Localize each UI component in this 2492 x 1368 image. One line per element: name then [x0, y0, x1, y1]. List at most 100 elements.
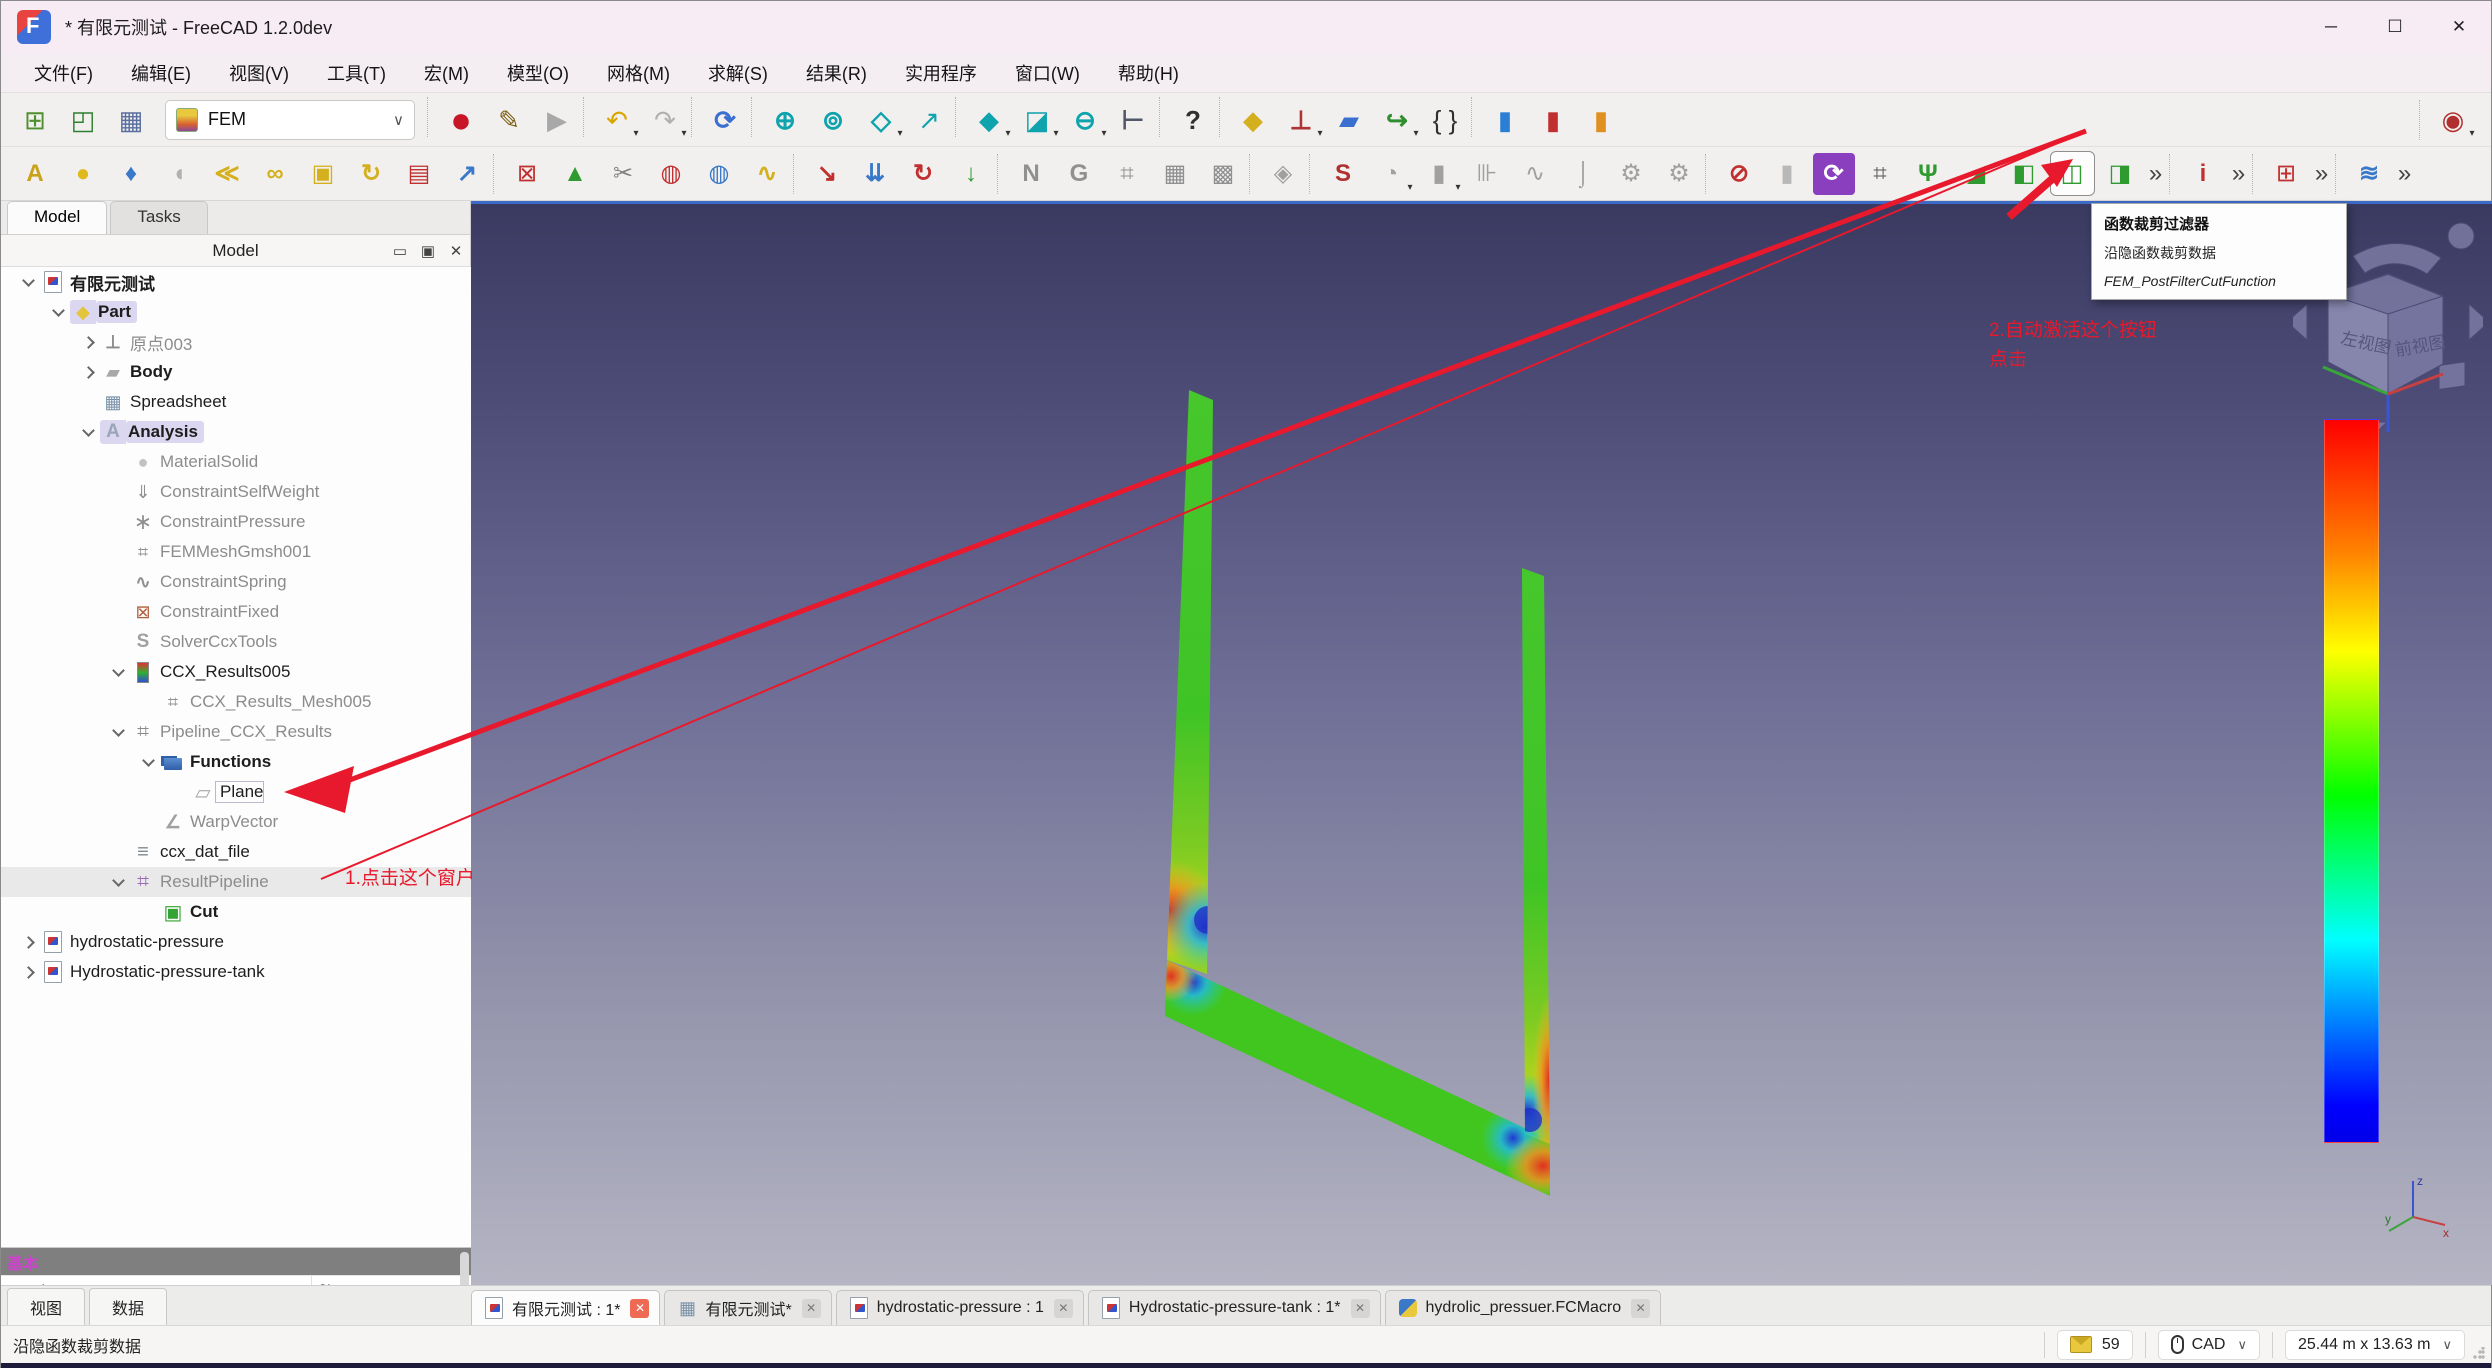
- expander-icon[interactable]: [76, 391, 100, 413]
- post-colorbar-button[interactable]: ▮: [1765, 151, 1810, 196]
- solver-elmer-button[interactable]: ◔ ▾: [1369, 151, 1414, 196]
- draw-style-button[interactable]: ◆ ▾: [967, 97, 1012, 142]
- undo-button[interactable]: ↶ ▾: [595, 97, 640, 142]
- tree-item-constraintfixed[interactable]: ConstraintFixed: [1, 597, 471, 627]
- expander-icon[interactable]: [46, 301, 70, 323]
- panel-close-icon[interactable]: ✕: [442, 242, 470, 260]
- menu-tools[interactable]: 工具(T): [308, 54, 405, 92]
- expander-icon[interactable]: [106, 661, 130, 683]
- menu-file[interactable]: 文件(F): [15, 54, 112, 92]
- make-group-button[interactable]: ▰: [1327, 97, 1372, 142]
- menu-edit[interactable]: 编辑(E): [112, 54, 210, 92]
- tree-item-ccx-results-mesh005[interactable]: CCX_Results_Mesh005: [1, 687, 471, 717]
- tree-item-cut[interactable]: Cut: [1, 897, 471, 927]
- element-rotation-button[interactable]: ↻: [349, 151, 394, 196]
- navigation-style-selector[interactable]: CAD ∨: [2158, 1330, 2260, 1360]
- expander-icon[interactable]: [76, 361, 100, 383]
- mesh-gmsh-button[interactable]: G: [1057, 151, 1102, 196]
- expression-editor-button[interactable]: { }: [1423, 97, 1468, 142]
- expander-icon[interactable]: [136, 811, 160, 833]
- tree-item-origin003[interactable]: 原点003: [1, 327, 471, 357]
- menu-results[interactable]: 结果(R): [787, 54, 886, 92]
- constraint-self-weight-button[interactable]: ↘: [805, 151, 850, 196]
- view-dimensions-selector[interactable]: 25.44 m x 13.63 m ∨: [2285, 1330, 2465, 1360]
- clip-view-blue-button[interactable]: ▮: [1483, 97, 1528, 142]
- tree-item-spreadsheet[interactable]: Spreadsheet: [1, 387, 471, 417]
- constraint-flow-button[interactable]: ↗: [445, 151, 490, 196]
- measure-button[interactable]: ⊢: [1111, 97, 1156, 142]
- expander-icon[interactable]: [136, 691, 160, 713]
- clip-view-off-button[interactable]: ▮: [1531, 97, 1576, 142]
- expander-icon[interactable]: [106, 631, 130, 653]
- expander-icon[interactable]: [166, 781, 190, 803]
- menu-window[interactable]: 窗口(W): [996, 54, 1099, 92]
- file-open-button[interactable]: ◰: [61, 97, 106, 142]
- tree-item-ccx-results005[interactable]: CCX_Results005: [1, 657, 471, 687]
- close-icon[interactable]: ✕: [802, 1299, 821, 1318]
- expander-icon[interactable]: [136, 751, 160, 773]
- panel-minimize-icon[interactable]: ▭: [386, 242, 414, 260]
- constraint-fixed-button[interactable]: ⊠: [505, 151, 550, 196]
- constraint-displacement-button[interactable]: ▲: [553, 151, 598, 196]
- tree-item-analysis[interactable]: Analysis: [1, 417, 471, 447]
- maximize-button[interactable]: ☐: [2363, 1, 2427, 53]
- material-solid-button[interactable]: ●: [61, 151, 106, 196]
- file-save-button[interactable]: ▦: [109, 97, 154, 142]
- redo-button[interactable]: ↷ ▾: [643, 97, 688, 142]
- whats-this-button[interactable]: ?: [1171, 97, 1216, 142]
- tree-item-functions[interactable]: Functions: [1, 747, 471, 777]
- solver-z88-button[interactable]: ▮ ▾: [1417, 151, 1462, 196]
- expander-icon[interactable]: [16, 931, 40, 953]
- close-icon[interactable]: ✕: [1351, 1299, 1370, 1318]
- material-editor-button[interactable]: ◖: [157, 151, 202, 196]
- zoom-tools-button[interactable]: ⊖ ▾: [1063, 97, 1108, 142]
- notifications-button[interactable]: 59: [2057, 1330, 2133, 1360]
- menu-view[interactable]: 视图(V): [210, 54, 308, 92]
- dock-tab-model[interactable]: Model: [7, 201, 107, 234]
- post-refresh-button[interactable]: ⟳: [1813, 153, 1855, 195]
- file-new-button[interactable]: ⊞: [13, 97, 58, 142]
- post-waves-info-button[interactable]: ≋: [2347, 151, 2392, 196]
- tab-data[interactable]: 数据: [89, 1288, 167, 1325]
- texture-view-button[interactable]: ▮: [1579, 97, 1624, 142]
- clip-plane-button[interactable]: ↗: [907, 97, 952, 142]
- purge-results-button[interactable]: ⊘: [1717, 151, 1762, 196]
- expander-icon[interactable]: [16, 271, 40, 293]
- mdi-tab-hydrostatic-pressure[interactable]: hydrostatic-pressure : 1 ✕: [836, 1290, 1084, 1325]
- mesh-netgen-button[interactable]: N: [1009, 151, 1054, 196]
- expander-icon[interactable]: [76, 331, 100, 353]
- expander-icon[interactable]: [106, 451, 130, 473]
- post-branch-button[interactable]: Ψ: [1906, 151, 1951, 196]
- tree-item-constraintspring[interactable]: ConstraintSpring: [1, 567, 471, 597]
- resize-grip[interactable]: [2473, 1347, 2485, 1359]
- menu-help[interactable]: 帮助(H): [1099, 54, 1198, 92]
- close-button[interactable]: ✕: [2427, 1, 2491, 53]
- expander-icon[interactable]: [76, 421, 100, 443]
- post-temperature-info-button[interactable]: i: [2181, 151, 2226, 196]
- constraint-clamp-button[interactable]: ≪: [205, 151, 250, 196]
- mdi-tab-fem-test-3d[interactable]: 有限元测试 : 1* ✕: [471, 1290, 660, 1325]
- mesh-boundary-button[interactable]: ▩: [1201, 151, 1246, 196]
- constraint-spring-button[interactable]: ∿: [745, 151, 790, 196]
- view-isometric-button[interactable]: ◇ ▾: [859, 97, 904, 142]
- export-button[interactable]: ↪ ▾: [1375, 97, 1420, 142]
- constraint-force-button[interactable]: ◍: [649, 151, 694, 196]
- post-scalar-clip-button[interactable]: ◧: [2002, 151, 2047, 196]
- workbench-selector[interactable]: FEM ∨: [165, 100, 415, 140]
- fit-selection-button[interactable]: ⊚: [811, 97, 856, 142]
- tree-item-warpvector[interactable]: WarpVector: [1, 807, 471, 837]
- tree-item-part[interactable]: Part: [1, 297, 471, 327]
- mesh-group-button[interactable]: ▦: [1153, 151, 1198, 196]
- expander-icon[interactable]: [106, 601, 130, 623]
- fem-analysis-button[interactable]: A: [13, 151, 58, 196]
- constraint-centrif-button[interactable]: ↻: [901, 151, 946, 196]
- post-region-clip-button[interactable]: ◨: [2098, 151, 2143, 196]
- expander-icon[interactable]: [16, 961, 40, 983]
- panel-float-icon[interactable]: ▣: [414, 242, 442, 260]
- minimize-button[interactable]: ─: [2299, 1, 2363, 53]
- expander-icon[interactable]: [106, 721, 130, 743]
- close-icon[interactable]: ✕: [630, 1299, 649, 1318]
- expander-icon[interactable]: [106, 841, 130, 863]
- box-selection-button[interactable]: ◪ ▾: [1015, 97, 1060, 142]
- post-pipeline-button[interactable]: ⌗: [1858, 151, 1903, 196]
